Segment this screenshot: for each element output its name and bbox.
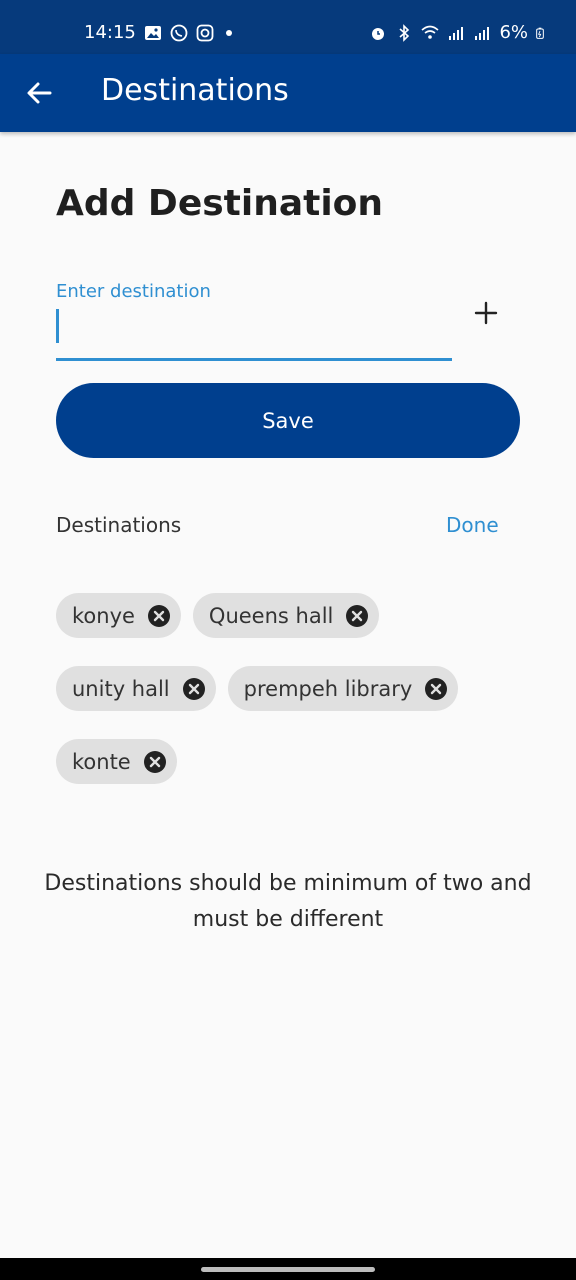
wifi-icon	[421, 25, 439, 39]
arrow-left-icon[interactable]	[22, 76, 56, 110]
gallery-icon	[144, 25, 161, 40]
chip-label: konte	[72, 749, 131, 774]
validation-note: Destinations should be minimum of two an…	[44, 871, 532, 932]
destination-chip: unity hall	[56, 666, 216, 711]
signal-icon	[475, 26, 490, 40]
status-bar: 14:15 6%	[0, 0, 576, 54]
destination-input[interactable]	[56, 306, 452, 361]
instagram-icon	[196, 24, 214, 41]
text-caret	[56, 309, 59, 343]
destination-chip: konye	[56, 593, 181, 638]
chip-row: unity hall prempeh library	[56, 666, 526, 711]
remove-chip-icon[interactable]	[424, 677, 448, 701]
chip-label: unity hall	[72, 676, 170, 701]
chip-row: konye Queens hall	[56, 593, 526, 638]
destination-chips: konye Queens hall unity hall prempeh lib…	[56, 593, 526, 812]
destinations-label: Destinations	[56, 513, 182, 537]
chip-label: prempeh library	[243, 676, 413, 701]
destination-field-label: Enter destination	[56, 281, 211, 302]
plus-icon[interactable]	[470, 297, 502, 329]
bluetooth-icon	[399, 23, 410, 42]
home-indicator[interactable]	[201, 1267, 375, 1272]
status-time: 14:15	[84, 22, 136, 43]
battery-icon	[536, 27, 544, 39]
whatsapp-icon	[170, 24, 188, 41]
notification-dot-icon	[225, 29, 232, 36]
destination-chip: Queens hall	[192, 593, 380, 638]
app-bar: Destinations	[0, 54, 576, 132]
signal-icon	[449, 26, 464, 40]
alarm-icon	[372, 27, 385, 40]
chip-row: konte	[56, 739, 526, 784]
remove-chip-icon[interactable]	[182, 677, 206, 701]
chip-label: konye	[72, 603, 135, 628]
remove-chip-icon[interactable]	[147, 604, 171, 628]
remove-chip-icon[interactable]	[345, 604, 369, 628]
destination-chip: konte	[56, 739, 177, 784]
battery-percent: 6%	[499, 22, 528, 43]
remove-chip-icon[interactable]	[143, 750, 167, 774]
save-button[interactable]: Save	[56, 383, 520, 458]
status-right: 6%	[369, 22, 548, 43]
app-bar-title: Destinations	[101, 73, 289, 108]
system-nav-bar	[0, 1258, 576, 1280]
chip-label: Queens hall	[208, 603, 334, 628]
status-left: 14:15	[84, 22, 232, 43]
destination-chip: prempeh library	[227, 666, 459, 711]
page-title: Add Destination	[56, 183, 384, 224]
done-button[interactable]: Done	[446, 513, 499, 537]
